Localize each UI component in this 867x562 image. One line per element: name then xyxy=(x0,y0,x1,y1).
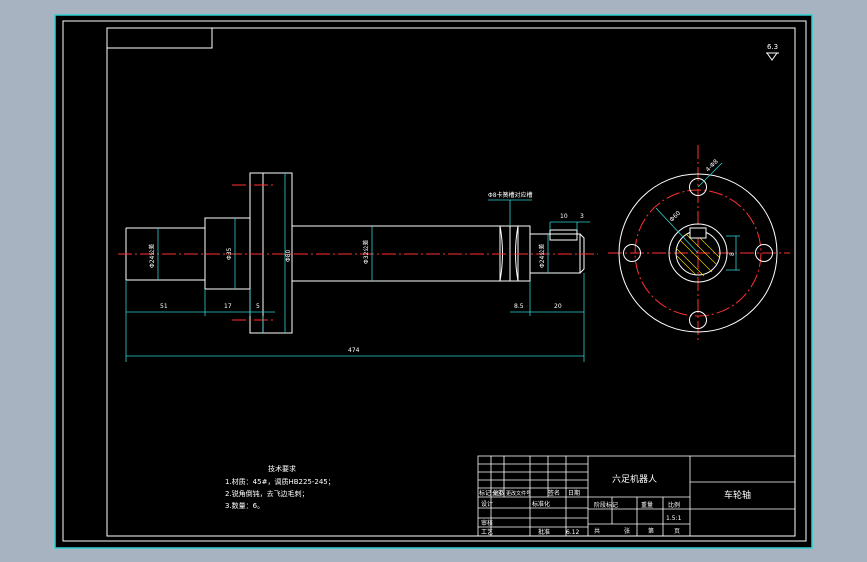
part-name: 车轮轴 xyxy=(724,489,751,501)
label-page-suffix: 页 xyxy=(674,528,680,535)
label-checker: 审核 xyxy=(481,519,493,527)
label-signature: 签名 xyxy=(548,489,560,497)
dim-main-shaft-dia: Φ32公差 xyxy=(362,240,370,264)
tech-item-3: 3.数量：6。 xyxy=(225,501,264,510)
date-value: 6.12 xyxy=(566,529,580,536)
tech-item-2: 2.锐角倒钝，去飞边毛刺； xyxy=(225,489,309,498)
label-zone: 分区 xyxy=(492,490,502,497)
label-process: 工艺 xyxy=(481,528,493,536)
label-change-doc: 更改文件号 xyxy=(506,490,531,497)
label-total: 共 xyxy=(594,527,600,535)
dim-total-length: 474 xyxy=(348,347,360,354)
assembly-name: 六足机器人 xyxy=(612,473,657,485)
dim-left-shaft-dia: Φ24公差 xyxy=(148,244,156,268)
tech-item-1: 1.材质：45#，调质HB225-245； xyxy=(225,477,335,486)
tech-title: 技术要求 xyxy=(268,464,296,473)
dim-shoulder-dia: Φ35 xyxy=(226,247,233,260)
label-sheet: 张 xyxy=(624,527,630,535)
label-date: 日期 xyxy=(568,489,580,497)
label-scale: 比例 xyxy=(668,501,680,509)
dim-flange-dia: Φ80 xyxy=(285,249,292,262)
dim-8-5: 8.5 xyxy=(514,303,524,310)
groove-note: Φ8卡簧槽对应槽 xyxy=(488,191,533,199)
label-approve: 批准 xyxy=(538,528,550,536)
dim-51: 51 xyxy=(160,303,168,310)
scale-value: 1.5:1 xyxy=(666,515,682,522)
key-width: 8 xyxy=(729,252,736,256)
cad-drawing: 6.3 474 51 17 5 8.5 20 10 3 Φ8卡簧槽对应槽 Φ24… xyxy=(54,14,813,549)
label-stage-mark: 阶段标记 xyxy=(594,501,618,509)
dim-10: 10 xyxy=(560,213,568,220)
dim-3: 3 xyxy=(580,213,584,220)
label-page: 第 xyxy=(648,527,654,535)
dim-20: 20 xyxy=(554,303,562,310)
label-weight: 重量 xyxy=(641,501,653,509)
roughness-value: 6.3 xyxy=(767,43,778,51)
dim-5: 5 xyxy=(256,303,260,310)
label-standardize: 标准化 xyxy=(532,500,550,508)
dim-17: 17 xyxy=(224,303,232,310)
dim-right-end-dia: Φ24公差 xyxy=(538,244,546,268)
label-designer: 设计 xyxy=(481,500,493,508)
